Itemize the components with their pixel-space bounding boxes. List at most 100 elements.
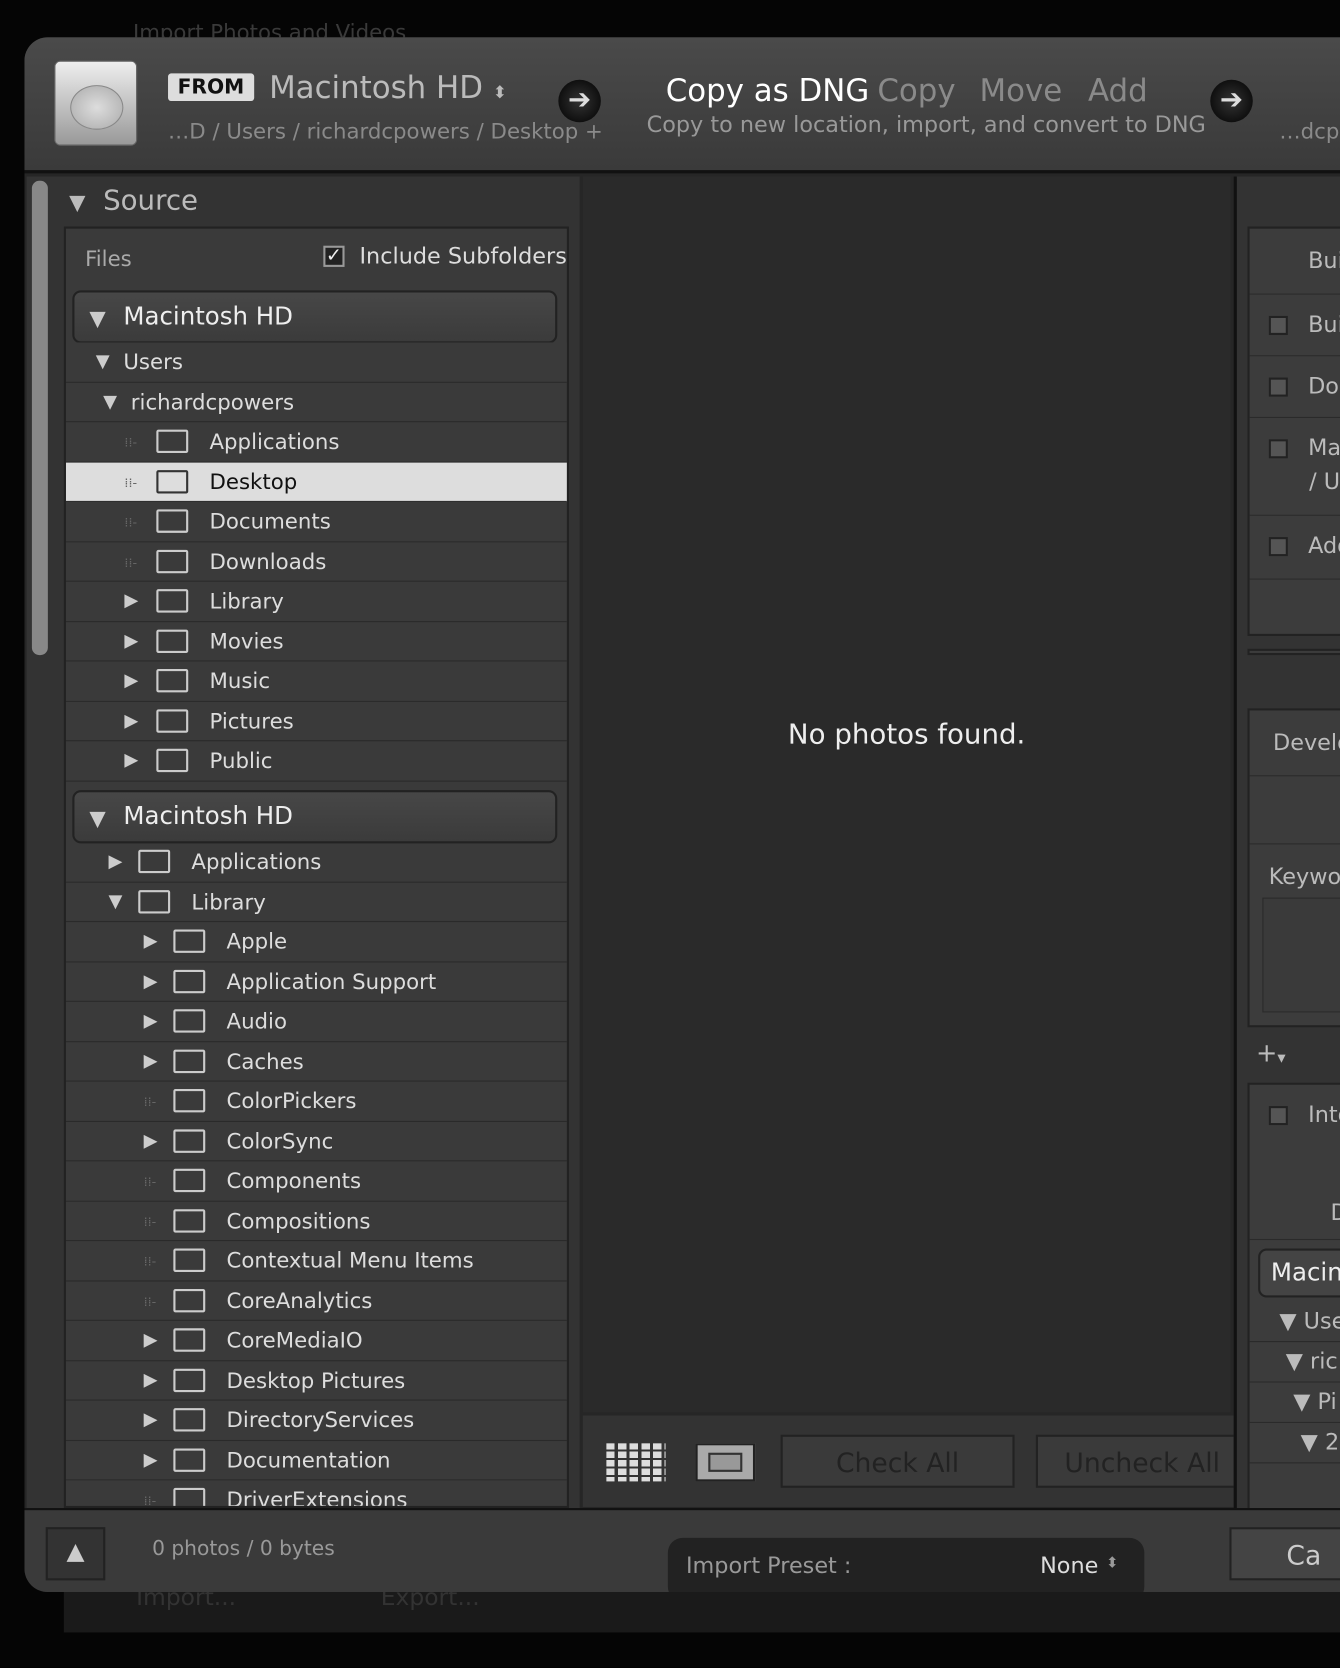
tree-row-label: Applications: [209, 428, 340, 455]
into-subfolder-checkbox[interactable]: [1268, 1106, 1288, 1126]
tree-row[interactable]: ▶ Pictures: [65, 701, 567, 742]
cancel-button[interactable]: Ca: [1229, 1527, 1340, 1581]
triangle-right-icon[interactable]: ▶: [144, 931, 158, 952]
tree-row[interactable]: ▶ Application Support: [65, 962, 567, 1002]
triangle-right-icon[interactable]: ▶: [124, 630, 138, 651]
tree-row[interactable]: ▶ CoreMediaIO: [65, 1321, 567, 1361]
triangle-right-icon[interactable]: ▶: [144, 1010, 158, 1031]
tree-row[interactable]: ▶ DirectoryServices: [65, 1401, 567, 1441]
checkbox[interactable]: [1268, 537, 1288, 557]
triangle-right-icon[interactable]: ▶: [144, 1050, 158, 1071]
triangle-down-icon[interactable]: ▼: [108, 891, 122, 912]
tree-row[interactable]: ▼ richardcpowers: [65, 382, 567, 423]
tree-row[interactable]: ⁞⁞- CoreAnalytics: [65, 1281, 567, 1321]
tree-row[interactable]: ▶ Music: [65, 661, 567, 702]
no-children-icon: ⁞⁞-: [143, 1213, 157, 1229]
tree-row[interactable]: ▼ Users: [65, 342, 567, 383]
mode-copy[interactable]: Copy: [877, 72, 955, 108]
folder-icon: [173, 969, 206, 993]
collapse-button[interactable]: ▲: [45, 1527, 106, 1581]
import-dialog: FROM Macintosh HD ⬍ …D / Users / richard…: [24, 37, 1340, 1593]
folder-icon: [156, 469, 189, 493]
no-children-icon: ⁞⁞-: [124, 434, 138, 450]
tree-row-label: Users: [123, 348, 183, 375]
triangle-down-icon[interactable]: ▼: [103, 391, 117, 412]
tree-row[interactable]: ⁞⁞- Applications: [65, 422, 567, 463]
triangle-right-icon[interactable]: ▶: [124, 590, 138, 611]
tree-row[interactable]: ⁞⁞- DriverExtensions: [66, 1480, 567, 1509]
tree-row[interactable]: ▶ ColorSync: [65, 1121, 567, 1162]
tree-row[interactable]: ▼ Use: [1279, 1308, 1340, 1334]
mode-move[interactable]: Move: [979, 72, 1062, 108]
mode-description: Copy to new location, import, and conver…: [646, 111, 1206, 138]
source-header[interactable]: ▼ Source: [69, 185, 198, 217]
files-label: Files: [85, 245, 132, 272]
tree-row[interactable]: ▶ Caches: [65, 1042, 567, 1082]
tree-row-label: Pictures: [209, 707, 294, 734]
tree-row[interactable]: ▼ Library: [65, 882, 567, 923]
folder-icon: [173, 1049, 206, 1073]
triangle-right-icon[interactable]: ▶: [124, 670, 138, 691]
folder-icon: [156, 748, 189, 773]
folder-icon: [156, 429, 189, 454]
tree-row[interactable]: ▼ ric: [1286, 1349, 1338, 1375]
keywords-input[interactable]: [1262, 897, 1340, 1013]
tree-row[interactable]: ⁞⁞- Documents: [65, 502, 567, 542]
triangle-right-icon[interactable]: ▶: [108, 851, 122, 872]
triangle-right-icon[interactable]: ▶: [124, 710, 138, 731]
add-preset-icon[interactable]: +▼: [1256, 1038, 1286, 1068]
tree-row[interactable]: ▶ Library: [65, 582, 567, 622]
tree-row[interactable]: ⁞⁞- ColorPickers: [65, 1082, 567, 1122]
tree-row[interactable]: ▶ Audio: [65, 1002, 567, 1042]
checkbox[interactable]: [1268, 439, 1288, 459]
destination-volume[interactable]: Macint: [1258, 1248, 1340, 1298]
include-subfolders-label: Include Subfolders: [359, 243, 567, 270]
tree-row[interactable]: ▶ Public: [65, 741, 567, 782]
triangle-right-icon[interactable]: ▶: [144, 1329, 158, 1350]
volume-header[interactable]: ▼ Macintosh HD: [72, 290, 558, 344]
scrollbar[interactable]: [31, 180, 48, 656]
tree-row[interactable]: ▶ Applications: [65, 842, 567, 883]
mode-copy-as-dng[interactable]: Copy as DNG: [666, 72, 870, 108]
loupe-view-icon[interactable]: [695, 1443, 756, 1482]
tree-row[interactable]: ⁞⁞- Components: [65, 1161, 567, 1202]
tree-row[interactable]: ⁞⁞- Contextual Menu Items: [65, 1241, 567, 1281]
tree-row[interactable]: ▶ Movies: [65, 622, 567, 662]
tree-row-label: Components: [226, 1167, 362, 1194]
check-all-button[interactable]: Check All: [780, 1434, 1015, 1488]
include-subfolders-checkbox[interactable]: ✓: [323, 245, 345, 267]
tree-row[interactable]: ⁞⁞- Desktop: [65, 462, 567, 502]
no-children-icon: ⁞⁞-: [143, 1493, 157, 1509]
tree-row[interactable]: ▶ Documentation: [65, 1441, 567, 1481]
triangle-right-icon[interactable]: ▶: [144, 970, 158, 991]
tree-row-label: Documentation: [226, 1446, 391, 1473]
volume-header[interactable]: ▼ Macintosh HD: [72, 790, 558, 844]
triangle-right-icon[interactable]: ▶: [124, 750, 138, 771]
tree-row-label: Audio: [226, 1008, 287, 1034]
folder-icon: [173, 1447, 206, 1472]
triangle-right-icon[interactable]: ▶: [144, 1369, 158, 1390]
checkbox[interactable]: [1268, 315, 1288, 336]
mode-add[interactable]: Add: [1088, 72, 1148, 108]
tree-row[interactable]: ⁞⁞- Compositions: [65, 1201, 567, 1242]
no-children-icon: ⁞⁞-: [143, 1094, 157, 1110]
import-preset-selector[interactable]: Import Preset : None ⬍: [667, 1537, 1145, 1593]
triangle-right-icon[interactable]: ▶: [144, 1409, 158, 1430]
tree-row[interactable]: ▼ 2: [1301, 1429, 1340, 1455]
tree-row-label: Desktop: [209, 468, 298, 494]
no-children-icon: ⁞⁞-: [124, 514, 138, 530]
source-selector[interactable]: Macintosh HD ⬍: [269, 69, 507, 105]
tree-row[interactable]: ▶ Apple: [65, 922, 567, 962]
triangle-down-icon[interactable]: ▼: [96, 351, 110, 372]
checkbox[interactable]: [1268, 377, 1288, 397]
triangle-down-icon: ▼: [89, 305, 106, 331]
uncheck-all-button[interactable]: Uncheck All: [1035, 1434, 1249, 1488]
grid-view-icon[interactable]: [606, 1443, 666, 1482]
tree-row[interactable]: ⁞⁞- Downloads: [65, 542, 567, 582]
triangle-right-icon[interactable]: ▶: [144, 1449, 158, 1470]
folder-icon: [156, 629, 189, 653]
triangle-right-icon[interactable]: ▶: [144, 1130, 158, 1151]
tree-row[interactable]: ▶ Desktop Pictures: [65, 1361, 567, 1401]
tree-row[interactable]: ▼ Pi: [1293, 1389, 1336, 1415]
folder-icon: [173, 1328, 206, 1352]
